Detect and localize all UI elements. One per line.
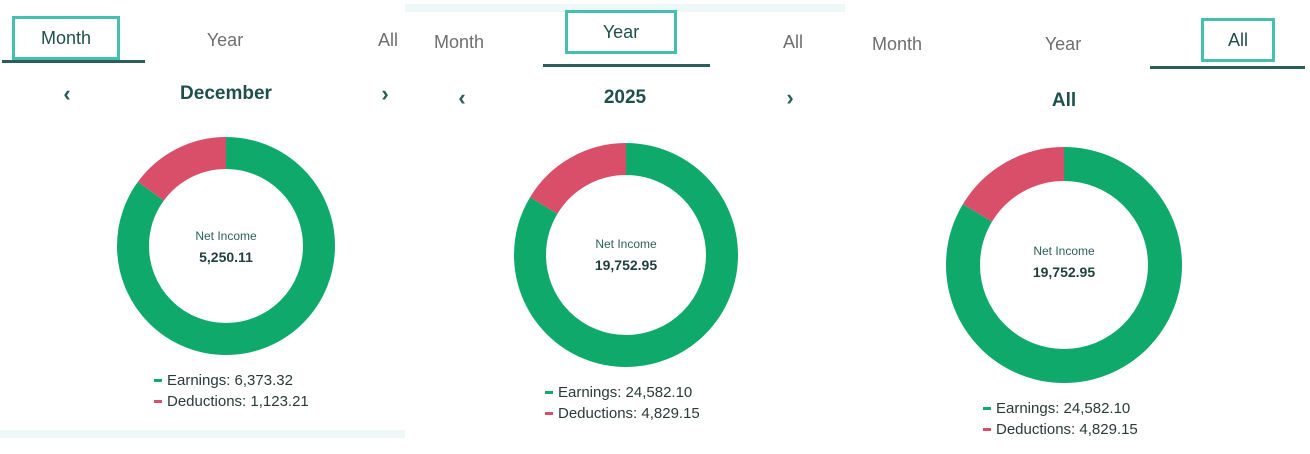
period-title: All [1051, 90, 1077, 111]
tab-year[interactable]: Year [565, 10, 677, 54]
tab-underline [1150, 66, 1305, 69]
chevron-left-icon[interactable]: ‹ [55, 82, 79, 106]
net-income-value: 19,752.95 [594, 257, 658, 273]
net-income-label: Net Income [195, 229, 257, 243]
net-income-label: Net Income [595, 237, 657, 251]
tab-year[interactable]: Year [1025, 22, 1101, 66]
legend-earnings: Earnings: 24,582.10 [983, 398, 1138, 419]
deductions-text: Deductions: 4,829.15 [996, 421, 1138, 438]
legend: Earnings: 6,373.32 Deductions: 1,123.21 [154, 370, 309, 412]
earnings-text: Earnings: 24,582.10 [996, 400, 1131, 417]
donut-center: Net Income 19,752.95 [984, 244, 1144, 280]
chevron-left-icon[interactable]: ‹ [450, 86, 474, 110]
deductions-swatch [983, 427, 991, 431]
tab-all[interactable]: All [1201, 18, 1275, 62]
earnings-text: Earnings: 24,582.10 [558, 384, 693, 401]
deductions-swatch [545, 411, 553, 415]
period-title: 2025 [603, 87, 647, 108]
legend: Earnings: 24,582.10 Deductions: 4,829.15 [983, 398, 1138, 440]
tab-month[interactable]: Month [855, 22, 939, 66]
panel-year: Month Year All ‹ 2025 › Net Income 19,75… [405, 4, 845, 454]
period-title: December [180, 83, 272, 104]
tab-month[interactable]: Month [423, 20, 495, 64]
earnings-swatch [545, 390, 553, 394]
bottom-strip [0, 430, 405, 438]
net-income-value: 19,752.95 [1032, 264, 1096, 280]
donut-center: Net Income 5,250.11 [146, 229, 306, 265]
legend-deductions: Deductions: 4,829.15 [983, 419, 1138, 440]
tab-month[interactable]: Month [12, 16, 120, 60]
legend: Earnings: 24,582.10 Deductions: 4,829.15 [545, 382, 700, 424]
legend-earnings: Earnings: 6,373.32 [154, 370, 309, 391]
tab-all[interactable]: All [366, 18, 410, 62]
chevron-right-icon[interactable]: › [778, 86, 802, 110]
legend-deductions: Deductions: 4,829.15 [545, 403, 700, 424]
tab-underline [2, 60, 145, 63]
deductions-swatch [154, 399, 162, 403]
chevron-right-icon[interactable]: › [373, 82, 397, 106]
net-income-value: 5,250.11 [199, 249, 253, 265]
donut-center: Net Income 19,752.95 [546, 237, 706, 273]
deductions-text: Deductions: 1,123.21 [167, 393, 309, 410]
panel-month: Month Year All ‹ December › Net Income 5… [0, 8, 405, 454]
deductions-text: Deductions: 4,829.15 [558, 405, 700, 422]
net-income-label: Net Income [1033, 244, 1095, 258]
tab-underline [543, 64, 710, 67]
earnings-swatch [983, 406, 991, 410]
earnings-text: Earnings: 6,373.32 [167, 372, 293, 389]
legend-earnings: Earnings: 24,582.10 [545, 382, 700, 403]
legend-deductions: Deductions: 1,123.21 [154, 391, 309, 412]
tab-year[interactable]: Year [180, 18, 270, 62]
panel-all: Month Year All All Net Income 19,752.95 … [845, 8, 1310, 454]
tab-all[interactable]: All [773, 20, 813, 64]
earnings-swatch [154, 378, 162, 382]
